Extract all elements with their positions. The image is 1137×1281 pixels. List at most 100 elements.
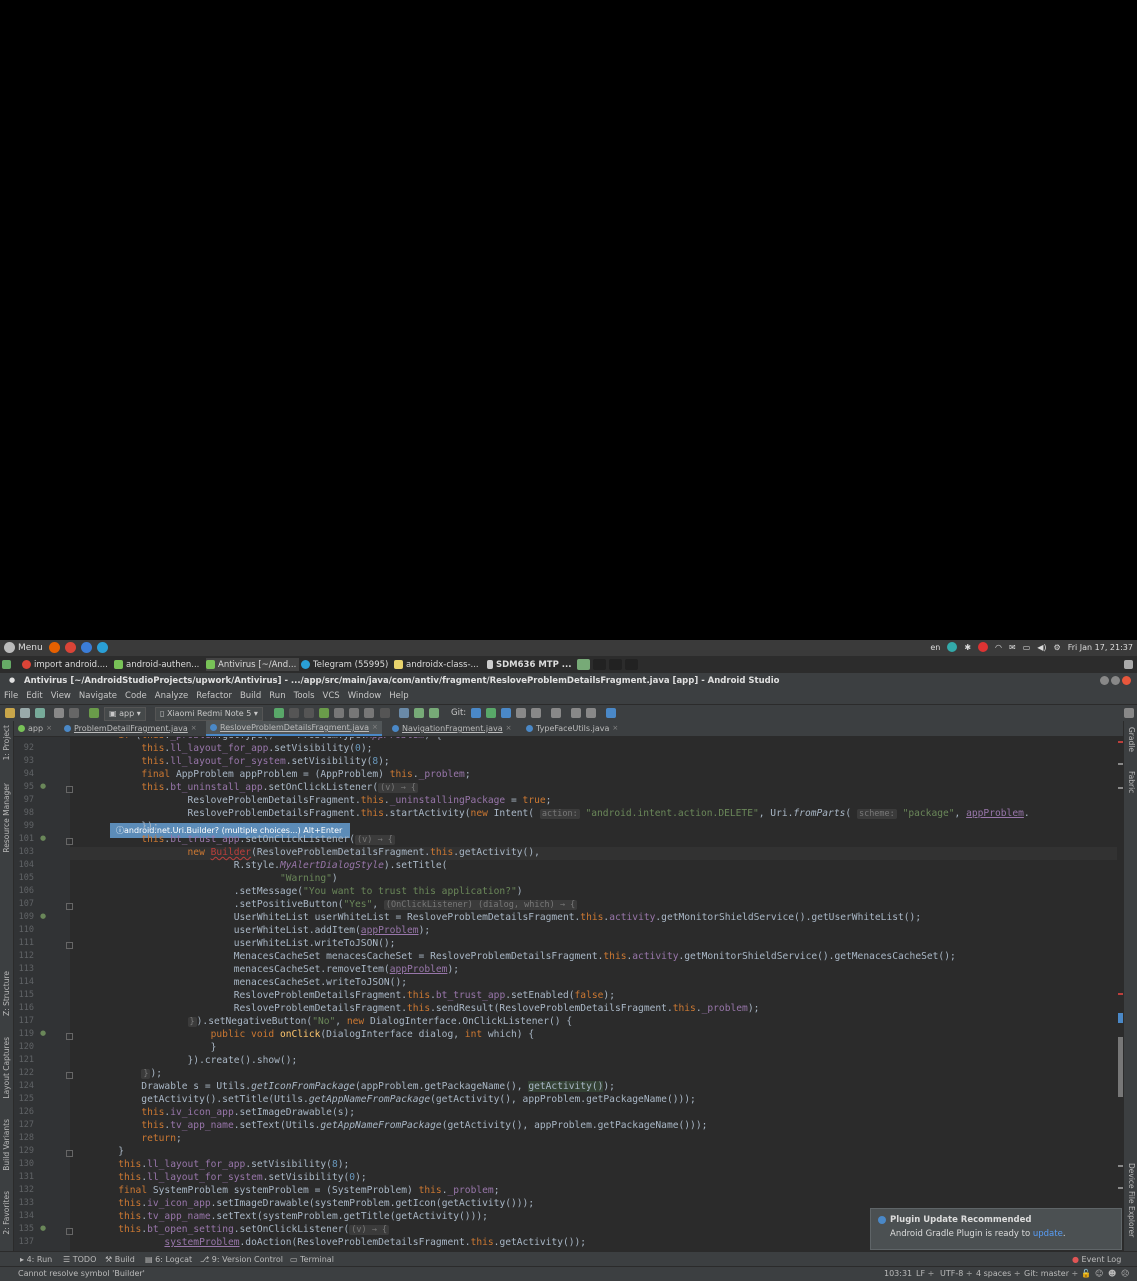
run-icon[interactable] bbox=[274, 708, 284, 718]
fold-marker-icon[interactable] bbox=[66, 1228, 73, 1235]
close-button[interactable] bbox=[1122, 676, 1131, 685]
stop-icon[interactable] bbox=[380, 708, 390, 718]
menu-run[interactable]: Run bbox=[265, 689, 289, 704]
lambda-gutter-icon[interactable]: ● bbox=[40, 782, 46, 790]
window-menu-icon[interactable]: ● bbox=[9, 676, 15, 684]
git-update-icon[interactable] bbox=[471, 708, 481, 718]
git-history-icon[interactable] bbox=[516, 708, 526, 718]
debug-icon[interactable] bbox=[319, 708, 329, 718]
git-push-icon[interactable] bbox=[501, 708, 511, 718]
settings-gear-icon[interactable]: ⚙ bbox=[1054, 643, 1061, 652]
tool-logcat[interactable]: ▤ 6: Logcat bbox=[145, 1255, 192, 1264]
tool-layout-captures[interactable]: Layout Captures bbox=[0, 1037, 13, 1099]
menu-code[interactable]: Code bbox=[121, 689, 151, 704]
line-number-gutter[interactable]: 91 92 93 94 95 97 98 99 101 103 104 105 106 107 109 110… bbox=[14, 737, 73, 1251]
tool-gradle[interactable]: Gradle bbox=[1124, 727, 1137, 752]
code-editor[interactable]: 91 92 93 94 95 97 98 99 101 103 104 105 106 107 109 110… bbox=[14, 737, 1123, 1251]
layout-inspector-icon[interactable] bbox=[571, 708, 581, 718]
tab-problem-detail-fragment[interactable]: ProblemDetailFragment.java × bbox=[60, 721, 201, 736]
clock[interactable]: Fri Jan 17, 21:37 bbox=[1068, 643, 1133, 652]
bluetooth-icon[interactable]: ✱ bbox=[964, 643, 971, 652]
taskbar-item-antivirus[interactable]: Antivirus [~/And... bbox=[206, 658, 300, 671]
profile-icon[interactable] bbox=[334, 708, 344, 718]
import-intention-popup[interactable]: ⓘandroid.net.Uri.Builder? (multiple choi… bbox=[110, 823, 350, 838]
caret-position[interactable]: 103:31 bbox=[884, 1269, 912, 1278]
keyboard-layout[interactable]: en bbox=[930, 643, 940, 652]
fold-marker-icon[interactable] bbox=[66, 838, 73, 845]
telegram-launcher-icon[interactable] bbox=[97, 642, 108, 653]
tab-typeface-utils[interactable]: TypeFaceUtils.java × bbox=[522, 721, 622, 736]
forward-arrow-icon[interactable] bbox=[69, 708, 79, 718]
taskbar-item-import-android[interactable]: import android.... bbox=[22, 658, 108, 671]
tool-version-control[interactable]: ⎇ 9: Version Control bbox=[200, 1255, 283, 1264]
taskbar-item-sdm636[interactable]: SDM636 MTP ... bbox=[487, 658, 571, 671]
fold-marker-icon[interactable] bbox=[66, 903, 73, 910]
apply-changes-icon[interactable] bbox=[289, 708, 299, 718]
tab-navigation-fragment[interactable]: NavigationFragment.java × bbox=[388, 721, 516, 736]
tool-device-file-explorer[interactable]: Device File Explorer bbox=[1124, 1163, 1137, 1237]
tool-project[interactable]: 1: Project bbox=[0, 725, 13, 760]
tool-build[interactable]: ⚒ Build bbox=[105, 1255, 135, 1264]
menu-vcs[interactable]: VCS bbox=[319, 689, 344, 704]
chrome-icon[interactable] bbox=[65, 642, 76, 653]
taskbar-item-android-authen[interactable]: android-authen... bbox=[114, 658, 199, 671]
save-all-icon[interactable] bbox=[20, 708, 30, 718]
menu-file[interactable]: File bbox=[0, 689, 22, 704]
feedback-icon[interactable]: ☹ bbox=[1121, 1269, 1129, 1278]
volume-icon[interactable]: ◀) bbox=[1037, 643, 1046, 652]
tab-reslove-problem-details-fragment[interactable]: ResloveProblemDetailsFragment.java × bbox=[206, 721, 382, 736]
lambda-gutter-icon[interactable]: ● bbox=[40, 912, 46, 920]
fold-marker-icon[interactable] bbox=[66, 1150, 73, 1157]
plugin-icon[interactable] bbox=[606, 708, 616, 718]
tool-build-variants[interactable]: Build Variants bbox=[0, 1119, 13, 1171]
menu-edit[interactable]: Edit bbox=[22, 689, 46, 704]
tab-app[interactable]: app × bbox=[14, 721, 56, 736]
lock-icon[interactable]: 🔓 bbox=[1081, 1269, 1091, 1278]
tool-favorites[interactable]: 2: Favorites bbox=[0, 1191, 13, 1235]
menu-refactor[interactable]: Refactor bbox=[192, 689, 236, 704]
wifi-icon[interactable]: ◠ bbox=[995, 643, 1002, 652]
app-launcher-icon[interactable] bbox=[81, 642, 92, 653]
line-separator[interactable]: LF ÷ bbox=[916, 1269, 934, 1278]
close-tab-icon[interactable]: × bbox=[506, 721, 512, 736]
sync-gradle-icon[interactable] bbox=[399, 708, 409, 718]
device-select[interactable]: ▯ Xiaomi Redmi Note 5 ▾ bbox=[155, 707, 263, 721]
firefox-icon[interactable] bbox=[49, 642, 60, 653]
close-tab-icon[interactable]: × bbox=[372, 720, 378, 735]
battery-icon[interactable]: ▭ bbox=[1023, 643, 1031, 652]
fold-marker-icon[interactable] bbox=[66, 786, 73, 793]
menu-view[interactable]: View bbox=[47, 689, 75, 704]
tray-app-icon[interactable] bbox=[947, 642, 958, 652]
tool-fabric[interactable]: Fabric bbox=[1124, 771, 1137, 793]
show-desktop-button[interactable] bbox=[2, 658, 11, 671]
tool-resource-manager[interactable]: Resource Manager bbox=[0, 783, 13, 853]
update-link[interactable]: update bbox=[1033, 1229, 1063, 1239]
maximize-button[interactable] bbox=[1111, 676, 1120, 685]
fold-marker-icon[interactable] bbox=[66, 1072, 73, 1079]
search-everywhere-icon[interactable] bbox=[586, 708, 596, 718]
close-tab-icon[interactable]: × bbox=[46, 721, 52, 736]
tool-terminal[interactable]: ▭ Terminal bbox=[290, 1255, 334, 1264]
git-branch[interactable]: Git: master ÷ bbox=[1024, 1269, 1078, 1278]
avd-manager-icon[interactable] bbox=[414, 708, 424, 718]
taskbar-item-androidx-class[interactable]: androidx-class-... bbox=[394, 658, 479, 671]
indent-setting[interactable]: 4 spaces ÷ bbox=[976, 1269, 1021, 1278]
open-folder-icon[interactable] bbox=[5, 708, 15, 718]
close-tab-icon[interactable]: × bbox=[191, 721, 197, 736]
menu-help[interactable]: Help bbox=[385, 689, 412, 704]
start-menu-button[interactable]: Menu bbox=[4, 642, 43, 653]
tool-structure[interactable]: Z: Structure bbox=[0, 971, 13, 1016]
inspector-icon[interactable]: ☺ bbox=[1095, 1269, 1103, 1278]
run-config-select[interactable]: ▣ app ▾ bbox=[104, 707, 146, 721]
workspace-switcher[interactable] bbox=[577, 658, 638, 671]
close-tab-icon[interactable]: × bbox=[612, 721, 618, 736]
build-hammer-icon[interactable] bbox=[89, 708, 99, 718]
memory-icon[interactable]: ☻ bbox=[1108, 1269, 1116, 1278]
menu-window[interactable]: Window bbox=[344, 689, 386, 704]
fold-marker-icon[interactable] bbox=[66, 1033, 73, 1040]
sync-icon[interactable] bbox=[35, 708, 45, 718]
toolbar-overflow-icon[interactable] bbox=[1124, 708, 1134, 718]
apply-code-icon[interactable] bbox=[304, 708, 314, 718]
menu-navigate[interactable]: Navigate bbox=[75, 689, 121, 704]
mail-icon[interactable]: ✉ bbox=[1009, 643, 1016, 652]
